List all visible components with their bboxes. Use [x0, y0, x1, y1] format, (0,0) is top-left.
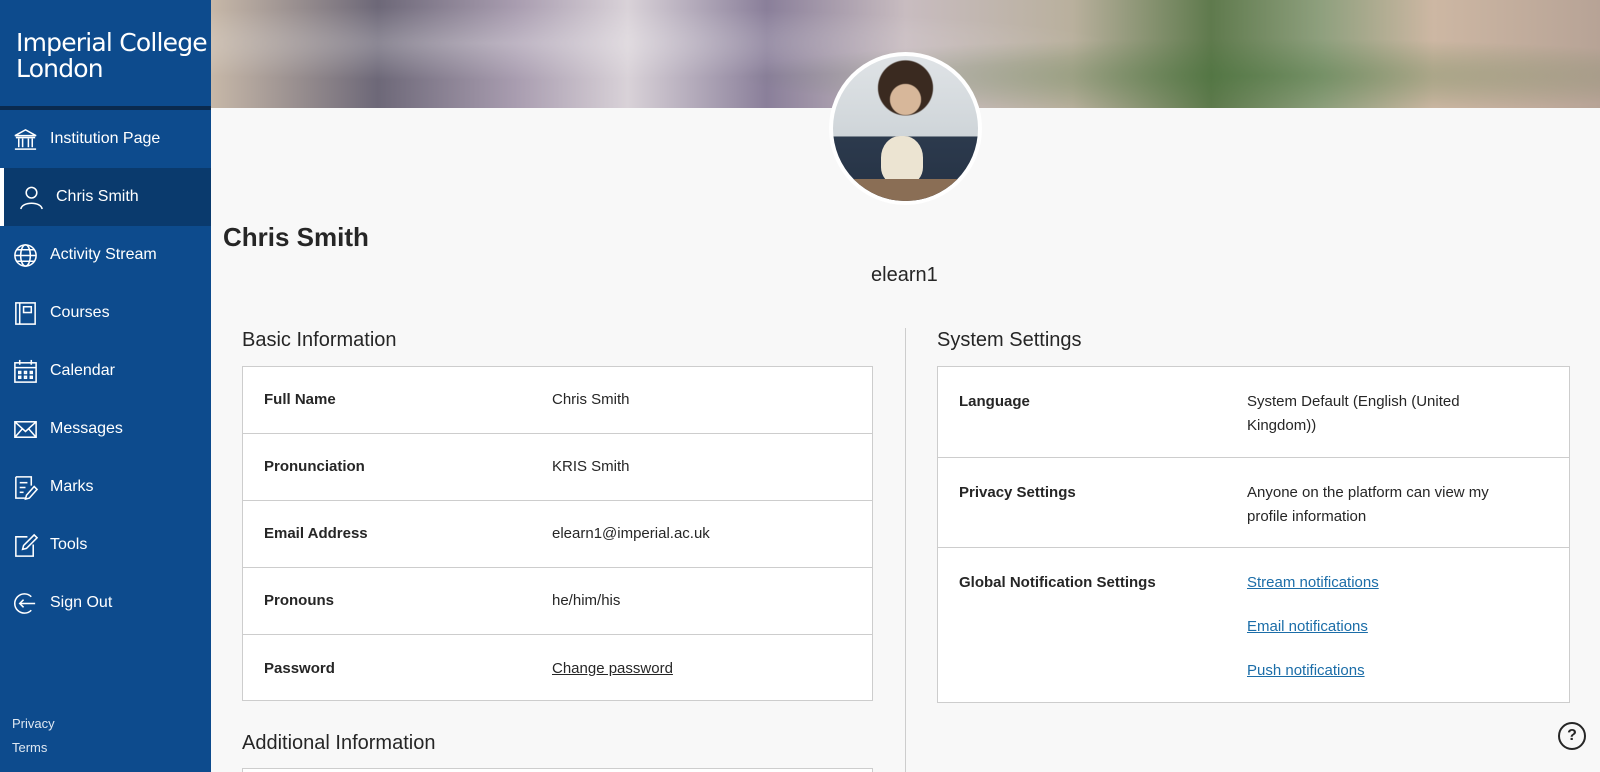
email-value: elearn1@imperial.ac.uk: [552, 525, 710, 542]
stream-notifications-link[interactable]: Stream notifications: [1247, 571, 1527, 595]
system-settings-title: System Settings: [937, 329, 1082, 351]
sidebar-item-label: Activity Stream: [50, 246, 157, 263]
terms-link[interactable]: Terms: [12, 736, 55, 760]
sidebar-nav: Institution Page Chris Smith Activity St…: [0, 110, 211, 632]
avatar-table: [833, 179, 978, 201]
email-label: Email Address: [264, 525, 368, 542]
page-title: Chris Smith: [223, 222, 369, 252]
avatar[interactable]: [829, 52, 982, 205]
sidebar-item-sign-out[interactable]: Sign Out: [0, 574, 211, 632]
privacy-label: Privacy Settings: [959, 484, 1076, 501]
sidebar-item-marks[interactable]: Marks: [0, 458, 211, 516]
additional-info-panel: [242, 768, 873, 772]
language-value: System Default (English (United Kingdom)…: [1247, 393, 1460, 434]
sidebar-item-label: Tools: [50, 536, 88, 553]
language-label: Language: [959, 393, 1030, 410]
help-button[interactable]: ?: [1558, 722, 1586, 750]
notification-links: Stream notifications Email notifications…: [1247, 571, 1527, 683]
calendar-icon: [12, 358, 39, 385]
sidebar: Imperial College London Institution Page …: [0, 0, 211, 772]
logo-text: Imperial College London: [16, 28, 208, 83]
additional-info-title: Additional Information: [242, 732, 436, 754]
pronouns-label: Pronouns: [264, 592, 334, 609]
sidebar-item-label: Calendar: [50, 362, 115, 379]
sidebar-item-messages[interactable]: Messages: [0, 400, 211, 458]
push-notifications-link[interactable]: Push notifications: [1247, 659, 1527, 683]
full-name-label: Full Name: [264, 391, 336, 408]
privacy-link[interactable]: Privacy: [12, 712, 55, 736]
sidebar-item-courses[interactable]: Courses: [0, 284, 211, 342]
institution-logo[interactable]: Imperial College London: [0, 0, 211, 110]
sidebar-item-label: Chris Smith: [56, 188, 139, 205]
globe-icon: [12, 242, 39, 269]
notification-row: Global Notification Settings Stream noti…: [938, 548, 1569, 706]
courses-icon: [12, 300, 39, 327]
pronouns-row: Pronouns he/him/his: [243, 568, 872, 635]
full-name-value: Chris Smith: [552, 391, 630, 408]
system-settings-panel: Language System Default (English (United…: [937, 366, 1570, 703]
password-row: Password Change password: [243, 635, 872, 702]
sidebar-item-calendar[interactable]: Calendar: [0, 342, 211, 400]
sidebar-item-institution-page[interactable]: Institution Page: [0, 110, 211, 168]
email-row: Email Address elearn1@imperial.ac.uk: [243, 501, 872, 568]
sidebar-item-label: Courses: [50, 304, 110, 321]
language-row: Language System Default (English (United…: [938, 367, 1569, 458]
avatar-skull: [881, 136, 923, 184]
sidebar-item-label: Sign Out: [50, 594, 113, 611]
envelope-icon: [12, 416, 39, 443]
sidebar-item-label: Institution Page: [50, 130, 161, 147]
tools-icon: [12, 532, 39, 559]
sidebar-footer: Privacy Terms: [12, 712, 55, 760]
sidebar-item-tools[interactable]: Tools: [0, 516, 211, 574]
pronunciation-value: KRIS Smith: [552, 458, 630, 475]
email-notifications-link[interactable]: Email notifications: [1247, 615, 1527, 639]
sidebar-item-label: Messages: [50, 420, 123, 437]
sidebar-item-profile[interactable]: Chris Smith: [0, 168, 211, 226]
password-label: Password: [264, 659, 335, 677]
sidebar-item-label: Marks: [50, 478, 94, 495]
pronunciation-row: Pronunciation KRIS Smith: [243, 434, 872, 501]
pronunciation-label: Pronunciation: [264, 458, 365, 475]
marks-icon: [12, 474, 39, 501]
pronouns-value: he/him/his: [552, 592, 621, 609]
sidebar-item-activity-stream[interactable]: Activity Stream: [0, 226, 211, 284]
notification-label: Global Notification Settings: [959, 574, 1156, 591]
full-name-row: Full Name Chris Smith: [243, 367, 872, 434]
column-divider: [905, 328, 906, 772]
user-icon: [18, 184, 45, 211]
avatar-image: [833, 56, 978, 201]
basic-info-title: Basic Information: [242, 329, 397, 351]
sign-out-icon: [12, 590, 39, 617]
privacy-value: Anyone on the platform can view my profi…: [1247, 484, 1489, 525]
username: elearn1: [871, 264, 938, 286]
basic-info-panel: Full Name Chris Smith Pronunciation KRIS…: [242, 366, 873, 701]
institution-icon: [12, 126, 39, 153]
change-password-link[interactable]: Change password: [552, 657, 673, 681]
privacy-row: Privacy Settings Anyone on the platform …: [938, 458, 1569, 548]
